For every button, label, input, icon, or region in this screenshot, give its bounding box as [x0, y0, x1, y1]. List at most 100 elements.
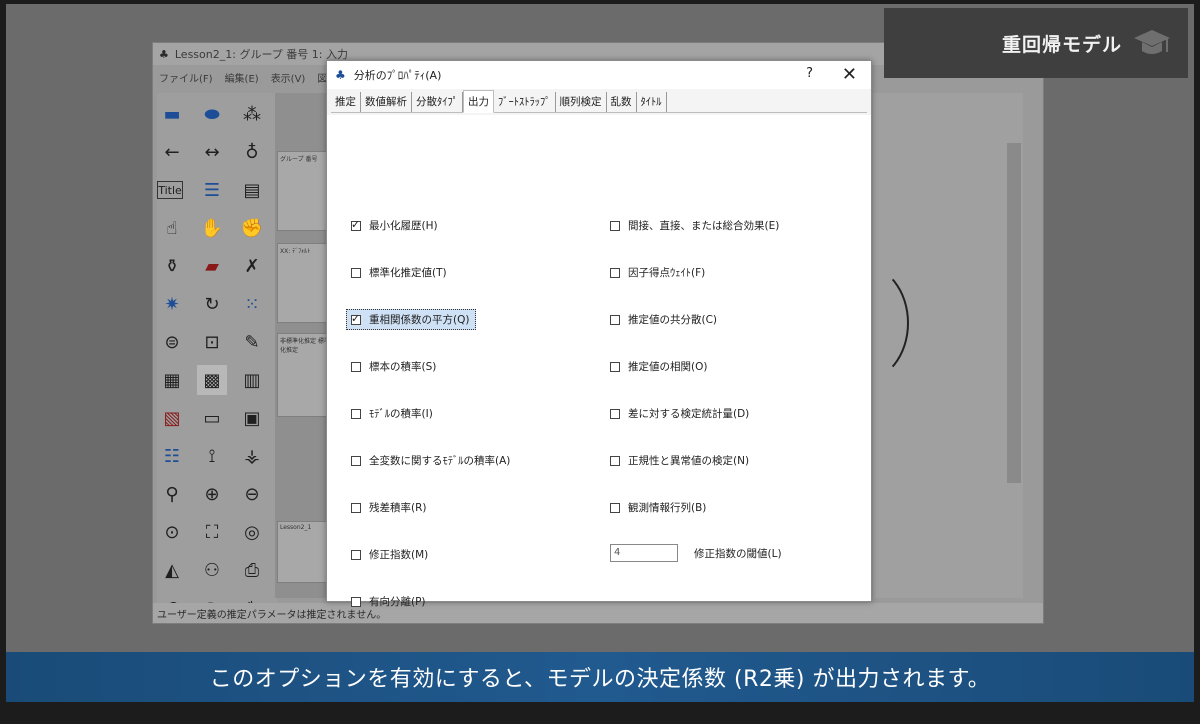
duplicate-icon[interactable]: ⚱	[157, 251, 187, 281]
subtitle-bar: このオプションを有効にすると、モデルの決定係数 (R2乗) が出力されます。	[6, 652, 1194, 702]
calculate-estimates-icon[interactable]: ▥	[237, 365, 267, 395]
preserve-symmetry-icon[interactable]: ⚶	[237, 441, 267, 471]
option-residual-moments[interactable]: 残差積率(R)	[351, 500, 427, 515]
help-button[interactable]: ?	[806, 66, 813, 81]
normality-and-outliers-checkbox[interactable]	[610, 455, 620, 466]
all-implied-moments-label: 全変数に関するﾓﾃﾞﾙの積率(A)	[369, 455, 511, 467]
menu-file[interactable]: ファイル(F)	[159, 70, 213, 85]
option-minimization-history[interactable]: 最小化履歴(H)	[351, 218, 438, 233]
menu-view[interactable]: 表示(V)	[271, 70, 306, 85]
parameter-format-list: 非標準化推定 標準化推定	[277, 333, 333, 417]
tab-random[interactable]: 乱数	[607, 92, 637, 112]
group-panel-label: グループ 番号	[280, 156, 318, 163]
all-implied-moments-checkbox[interactable]	[351, 455, 361, 466]
indicator-tool-icon[interactable]: ⁂	[237, 99, 267, 129]
indirect-direct-total-effects-checkbox[interactable]	[610, 220, 620, 231]
model-list: XX: ﾃﾞﾌｫﾙﾄ	[277, 243, 333, 323]
correlations-of-estimates-checkbox[interactable]	[610, 361, 620, 372]
dialog-titlebar: ♣ 分析のﾌﾟﾛﾊﾟﾃｨ(A)	[327, 61, 871, 89]
rectangle-tool-icon[interactable]: ▬	[157, 99, 187, 129]
covariances-of-estimates-checkbox[interactable]	[610, 314, 620, 325]
zoom-out-icon[interactable]: ⊖	[237, 479, 267, 509]
tab-bias[interactable]: 分散ﾀｲﾌﾟ	[412, 92, 463, 112]
option-modification-indices[interactable]: 修正指数(M)	[351, 547, 428, 562]
modification-indices-checkbox[interactable]	[351, 549, 361, 560]
select-one-icon[interactable]: ☝	[157, 213, 187, 243]
text-output-icon[interactable]: ▭	[197, 403, 227, 433]
save-icon[interactable]: ▣	[237, 403, 267, 433]
vertical-scrollbar[interactable]	[1007, 143, 1021, 483]
ellipse-tool-icon[interactable]: ⬬	[197, 99, 227, 129]
graduation-cap-icon	[1134, 30, 1170, 54]
option-critical-ratios-for-differences[interactable]: 差に対する検定統計量(D)	[610, 406, 749, 421]
print-icon[interactable]: ⎙	[237, 555, 267, 585]
option-factor-score-weights[interactable]: 因子得点ｳｪｲﾄ(F)	[610, 265, 705, 280]
model-list-label: XX: ﾃﾞﾌｫﾙﾄ	[280, 248, 311, 255]
close-button[interactable]: ✕	[842, 64, 857, 85]
single-arrow-icon[interactable]: ←	[157, 137, 187, 167]
option-correlations-of-estimates[interactable]: 推定値の相関(O)	[610, 359, 707, 374]
option-observed-information-matrix[interactable]: 観測情報行列(B)	[610, 500, 706, 515]
object-properties-icon[interactable]: ☷	[157, 441, 187, 471]
drag-properties-icon[interactable]: ⟟	[197, 441, 227, 471]
tab-permutations[interactable]: 順列検定	[556, 92, 607, 112]
list-data-icon[interactable]: ▤	[237, 175, 267, 205]
modification-index-threshold-input[interactable]: 4	[610, 544, 678, 562]
parameter-format-label: 非標準化推定 標準化推定	[280, 338, 330, 354]
list-variables-icon[interactable]: ☰	[197, 175, 227, 205]
minimization-history-checkbox[interactable]	[351, 218, 361, 231]
rotate-icon[interactable]: ↻	[197, 289, 227, 319]
option-implied-moments[interactable]: ﾓﾃﾞﾙの積率(I)	[351, 406, 433, 421]
zoom-in-icon[interactable]: ⊕	[197, 479, 227, 509]
option-indirect-direct-total-effects[interactable]: 間接、直接、または総合効果(E)	[610, 218, 779, 233]
analysis-properties-icon[interactable]: ▩	[197, 365, 227, 395]
zoom-area-icon[interactable]: ⚲	[157, 479, 187, 509]
observed-information-matrix-checkbox[interactable]	[610, 502, 620, 513]
lesson-title: 重回帰モデル	[1001, 33, 1122, 56]
unique-variable-icon[interactable]: ♁	[237, 137, 267, 167]
tab-estimation[interactable]: 推定	[331, 92, 361, 112]
data-file-icon[interactable]: ▦	[157, 365, 187, 395]
sample-moments-checkbox[interactable]	[351, 361, 361, 372]
critical-ratios-for-differences-checkbox[interactable]	[610, 408, 620, 419]
fit-page-icon[interactable]: ⛶	[197, 517, 227, 547]
double-arrow-icon[interactable]: ↔	[197, 137, 227, 167]
dialog-title: 分析のﾌﾟﾛﾊﾟﾃｨ(A)	[353, 69, 442, 82]
bayesian-icon[interactable]: ◭	[157, 555, 187, 585]
move-icon[interactable]: ▰	[197, 251, 227, 281]
menu-edit[interactable]: 編集(E)	[225, 70, 259, 85]
tab-title[interactable]: ﾀｲﾄﾙ	[637, 92, 667, 112]
factor-score-weights-checkbox[interactable]	[610, 267, 620, 278]
multiple-group-icon[interactable]: ⚇	[197, 555, 227, 585]
option-squared-multiple-correlations[interactable]: 重相関係数の平方(Q)	[346, 309, 477, 330]
deselect-icon[interactable]: ✊	[237, 213, 267, 243]
option-covariances-of-estimates[interactable]: 推定値の共分散(C)	[610, 312, 717, 327]
loupe-icon[interactable]: ◎	[237, 517, 267, 547]
scroll-icon[interactable]: ⊡	[197, 327, 227, 357]
title-tool-icon[interactable]: Title	[157, 181, 183, 199]
squared-multiple-correlations-checkbox[interactable]	[351, 312, 361, 325]
tab-output[interactable]: 出力	[463, 90, 494, 113]
option-normality-and-outliers[interactable]: 正規性と異常値の検定(N)	[610, 453, 749, 468]
reflect-icon[interactable]: ⁙	[237, 289, 267, 319]
move-parameter-icon[interactable]: ⊜	[157, 327, 187, 357]
toolbox: ▬ ⬬ ⁂ ← ↔ ♁ Title ☰ ▤ ☝ ✋ ✊ ⚱ ▰ ✗ ✷ ↻ ⁙ …	[157, 93, 277, 619]
option-standardized-estimates[interactable]: 標準化推定値(T)	[351, 265, 447, 280]
option-all-implied-moments[interactable]: 全変数に関するﾓﾃﾞﾙの積率(A)	[351, 453, 510, 468]
option-tests-for-d-separation[interactable]: 有向分離(P)	[351, 594, 426, 609]
diagram-canvas[interactable]	[873, 93, 1023, 598]
tab-numerical[interactable]: 数値解析	[361, 92, 412, 112]
tests-for-d-separation-checkbox[interactable]	[351, 596, 361, 607]
implied-moments-checkbox[interactable]	[351, 408, 361, 419]
option-sample-moments[interactable]: 標本の積率(S)	[351, 359, 436, 374]
erase-icon[interactable]: ✗	[237, 251, 267, 281]
tab-bootstrap[interactable]: ﾌﾞｰﾄｽﾄﾗｯﾌﾟ	[494, 92, 556, 112]
select-all-icon[interactable]: ✋	[197, 213, 227, 243]
residual-moments-label: 残差積率(R)	[369, 502, 427, 514]
residual-moments-checkbox[interactable]	[351, 502, 361, 513]
shape-change-icon[interactable]: ✷	[157, 289, 187, 319]
touch-up-icon[interactable]: ✎	[237, 327, 267, 357]
standardized-estimates-checkbox[interactable]	[351, 267, 361, 278]
copy-clipboard-icon[interactable]: ▧	[157, 403, 187, 433]
zoom-page-icon[interactable]: ⊙	[157, 517, 187, 547]
